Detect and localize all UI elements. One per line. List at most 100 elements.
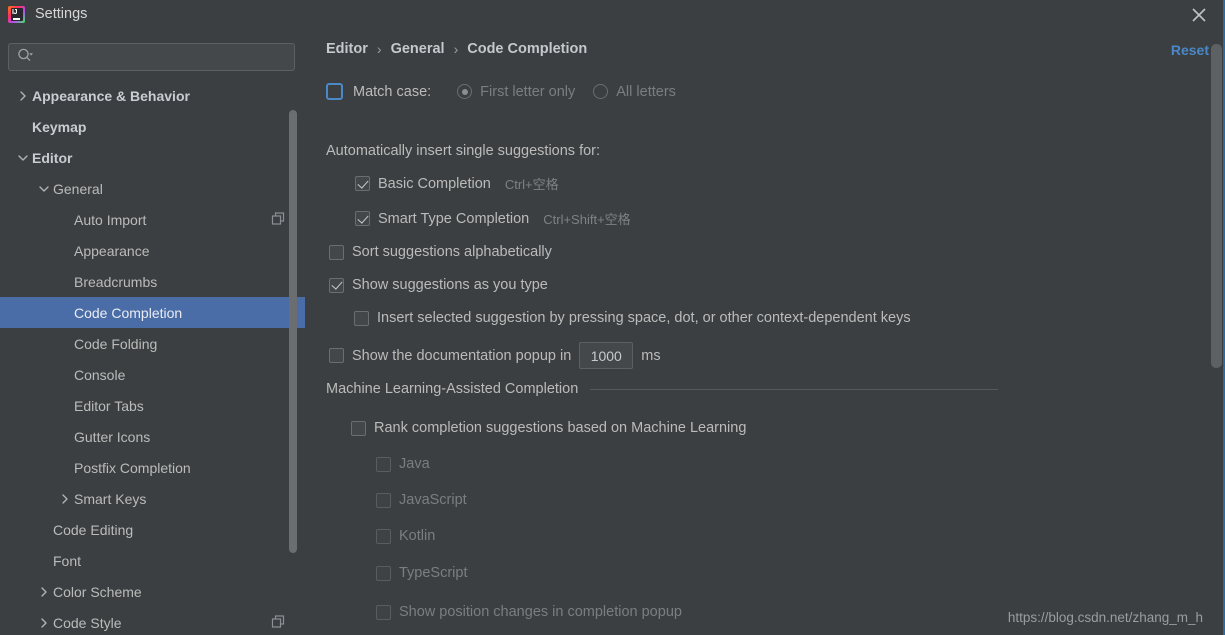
sidebar-item-gutter-icons[interactable]: Gutter Icons bbox=[0, 421, 305, 452]
sidebar-item-label: General bbox=[53, 180, 103, 197]
ml-section-title: Machine Learning-Assisted Completion bbox=[326, 381, 579, 397]
basic-completion-label: Basic Completion bbox=[378, 175, 491, 192]
ml-javascript-checkbox[interactable] bbox=[376, 492, 391, 508]
sidebar-item-label: Appearance & Behavior bbox=[32, 87, 190, 104]
match-case-radio-all-letters[interactable]: All letters bbox=[593, 84, 676, 100]
sidebar-item-postfix-completion[interactable]: Postfix Completion bbox=[0, 452, 305, 483]
sort-alphabetically-checkbox[interactable] bbox=[329, 244, 344, 260]
sidebar-item-editor[interactable]: Editor bbox=[0, 142, 305, 173]
ml-show-position-changes-checkbox[interactable] bbox=[376, 604, 391, 620]
ml-kotlin-checkbox[interactable] bbox=[376, 528, 391, 544]
sidebar-item-label: Font bbox=[53, 552, 82, 569]
close-icon[interactable] bbox=[1187, 3, 1211, 27]
smart-type-completion-label: Smart Type Completion bbox=[378, 210, 530, 227]
breadcrumb: Editor › General › Code Completion bbox=[326, 41, 587, 57]
ml-section-divider bbox=[590, 388, 998, 390]
main-scrollbar-thumb[interactable] bbox=[1211, 44, 1222, 368]
search-icon bbox=[17, 48, 34, 66]
sidebar-item-label: Code Editing bbox=[53, 521, 134, 538]
search-input-text[interactable] bbox=[38, 49, 278, 65]
all-letters-radio[interactable] bbox=[593, 84, 609, 99]
sidebar-item-label: Code Completion bbox=[74, 304, 183, 321]
sidebar-item-appearance-behavior[interactable]: Appearance & Behavior bbox=[0, 80, 305, 111]
sidebar-item-font[interactable]: Font bbox=[0, 545, 305, 576]
settings-tree: Appearance & Behavior Keymap Editor General… bbox=[0, 80, 305, 635]
sidebar-item-label: Gutter Icons bbox=[74, 428, 151, 445]
sidebar-item-code-style[interactable]: Code Style bbox=[0, 607, 305, 635]
match-case-radio-first-letter[interactable]: First letter only bbox=[457, 84, 575, 100]
breadcrumb-item-editor[interactable]: Editor bbox=[326, 41, 368, 57]
ml-kotlin-label: Kotlin bbox=[399, 528, 436, 544]
intellij-idea-logo-icon: IJ bbox=[8, 5, 25, 23]
sidebar-item-code-completion[interactable]: Code Completion bbox=[0, 297, 305, 328]
sidebar-item-smart-keys[interactable]: Smart Keys bbox=[0, 483, 305, 514]
smart-type-completion-shortcut: Ctrl+Shift+空格 bbox=[543, 212, 631, 227]
match-case-checkbox[interactable] bbox=[326, 83, 343, 100]
sort-alphabetically-row: Sort suggestions alphabetically bbox=[329, 244, 552, 260]
auto-insert-header: Automatically insert single suggestions … bbox=[326, 143, 601, 159]
breadcrumb-item-general[interactable]: General bbox=[391, 41, 445, 57]
sidebar-item-keymap[interactable]: Keymap bbox=[0, 111, 305, 142]
doc-popup-delay-input[interactable] bbox=[579, 342, 634, 369]
smart-type-completion-checkbox[interactable] bbox=[355, 211, 370, 226]
basic-completion-checkbox[interactable] bbox=[355, 176, 370, 191]
chevron-right-icon[interactable] bbox=[16, 89, 30, 103]
sidebar-item-color-scheme[interactable]: Color Scheme bbox=[0, 576, 305, 607]
ml-typescript-checkbox[interactable] bbox=[376, 565, 391, 581]
sidebar-item-label: Keymap bbox=[32, 118, 87, 135]
chevron-right-icon[interactable] bbox=[37, 616, 51, 630]
all-letters-label: All letters bbox=[616, 83, 676, 100]
basic-completion-row: Basic Completion Ctrl+空格 bbox=[355, 174, 559, 193]
doc-popup-row: Show the documentation popup in ms bbox=[329, 342, 661, 369]
main-scrollbar-track[interactable] bbox=[1211, 28, 1222, 635]
ml-typescript-label: TypeScript bbox=[399, 565, 468, 581]
chevron-right-icon[interactable] bbox=[37, 585, 51, 599]
search-input[interactable] bbox=[8, 43, 295, 71]
doc-popup-unit-label: ms bbox=[641, 347, 661, 364]
project-level-settings-icon bbox=[271, 211, 285, 228]
sidebar-scrollbar-thumb[interactable] bbox=[289, 110, 297, 553]
window-title-bar: IJ Settings bbox=[0, 0, 1225, 28]
breadcrumb-separator-icon: › bbox=[453, 41, 459, 57]
sidebar-item-general[interactable]: General bbox=[0, 173, 305, 204]
window-title: Settings bbox=[35, 6, 88, 22]
insert-selected-label: Insert selected suggestion by pressing s… bbox=[377, 310, 911, 326]
sidebar-item-label: Postfix Completion bbox=[74, 459, 191, 476]
show-as-you-type-checkbox[interactable] bbox=[329, 277, 344, 293]
basic-completion-shortcut: Ctrl+空格 bbox=[504, 177, 559, 192]
match-case-label: Match case: bbox=[353, 83, 432, 100]
first-letter-only-radio[interactable] bbox=[457, 84, 473, 99]
sidebar-item-label: Editor Tabs bbox=[74, 397, 144, 414]
sidebar-item-label: Editor bbox=[32, 149, 73, 166]
ml-rank-row: Rank completion suggestions based on Mac… bbox=[351, 420, 746, 436]
first-letter-only-label: First letter only bbox=[480, 83, 576, 100]
doc-popup-checkbox[interactable] bbox=[329, 348, 344, 363]
ml-java-checkbox[interactable] bbox=[376, 456, 391, 472]
sidebar-item-editor-tabs[interactable]: Editor Tabs bbox=[0, 390, 305, 421]
chevron-down-icon[interactable] bbox=[16, 151, 30, 165]
chevron-down-icon[interactable] bbox=[37, 182, 51, 196]
ml-language-kotlin-row: Kotlin bbox=[376, 528, 435, 544]
sidebar-item-label: Code Folding bbox=[74, 335, 158, 352]
settings-sidebar: Appearance & Behavior Keymap Editor General… bbox=[0, 28, 305, 635]
reset-button[interactable]: Reset bbox=[1171, 42, 1209, 58]
match-case-row: Match case: First letter only All letter… bbox=[326, 83, 676, 100]
sidebar-item-code-folding[interactable]: Code Folding bbox=[0, 328, 305, 359]
ml-section-header: Machine Learning-Assisted Completion bbox=[326, 381, 998, 397]
sidebar-item-label: Auto Import bbox=[74, 211, 147, 228]
ml-show-position-changes-label: Show position changes in completion popu… bbox=[399, 604, 682, 620]
chevron-right-icon[interactable] bbox=[58, 492, 72, 506]
breadcrumb-item-code-completion: Code Completion bbox=[467, 41, 588, 57]
doc-popup-label: Show the documentation popup in bbox=[352, 347, 572, 364]
sidebar-item-breadcrumbs[interactable]: Breadcrumbs bbox=[0, 266, 305, 297]
sidebar-item-auto-import[interactable]: Auto Import bbox=[0, 204, 305, 235]
sidebar-item-label: Console bbox=[74, 366, 126, 383]
insert-selected-checkbox[interactable] bbox=[354, 310, 369, 326]
sidebar-item-appearance[interactable]: Appearance bbox=[0, 235, 305, 266]
sidebar-scrollbar-track[interactable] bbox=[289, 80, 297, 635]
search-field-wrapper bbox=[8, 43, 295, 71]
ml-javascript-label: JavaScript bbox=[399, 492, 467, 508]
sidebar-item-console[interactable]: Console bbox=[0, 359, 305, 390]
sidebar-item-code-editing[interactable]: Code Editing bbox=[0, 514, 305, 545]
ml-rank-checkbox[interactable] bbox=[351, 420, 366, 436]
